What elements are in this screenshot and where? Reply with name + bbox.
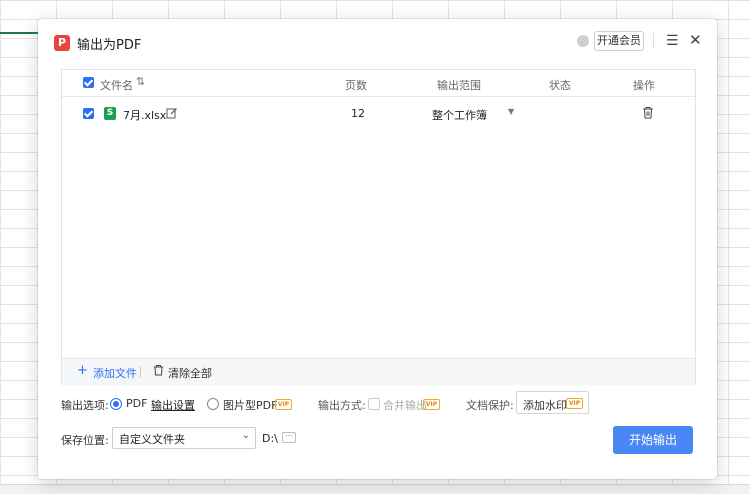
dialog-title: 输出为PDF [77,38,142,53]
select-all-checkbox[interactable] [83,77,94,88]
output-settings-link[interactable]: 输出设置 [151,397,195,413]
export-pdf-dialog: P 输出为PDF 开通会员 ☰ ✕ 文件名 ⇅ 页数 输出范围 状态 操作 S … [38,19,717,479]
file-table: 文件名 ⇅ 页数 输出范围 状态 操作 S 7月.xlsx 12 整个工作簿 ▼ [61,69,696,385]
add-watermark-label: 添加水印 [523,399,567,412]
trash-icon[interactable] [153,364,164,379]
column-header-filename: 文件名 [100,79,133,92]
close-icon[interactable]: ✕ [689,31,702,49]
sort-icon[interactable]: ⇅ [136,75,145,88]
save-folder-value: 自定义文件夹 [119,433,185,446]
doc-protect-label: 文档保护: [466,399,514,412]
page-count: 12 [351,107,365,120]
excel-file-icon: S [104,107,116,120]
range-select[interactable]: 整个工作簿 [432,107,487,123]
column-header-actions: 操作 [633,79,655,92]
row-checkbox[interactable] [83,108,94,119]
range-caret-icon[interactable]: ▼ [508,107,514,116]
table-row: S 7月.xlsx 12 整个工作簿 ▼ [62,103,695,125]
delete-icon[interactable] [642,106,654,122]
merge-checkbox[interactable] [368,398,380,410]
pdf-option-label[interactable]: PDF [126,397,147,410]
pdf-radio[interactable] [110,398,122,410]
column-header-status: 状态 [549,79,571,92]
vip-badge: VIP [275,399,292,410]
output-method-label: 输出方式: [318,399,366,412]
vip-badge: VIP [566,398,583,409]
vip-status-icon [577,35,589,47]
open-vip-button[interactable]: 开通会员 [594,31,644,51]
chevron-down-icon: ⌄ [241,430,250,441]
column-header-range: 输出范围 [437,79,481,92]
pdf-app-icon: P [54,35,70,51]
image-pdf-label[interactable]: 图片型PDF [223,397,277,413]
add-file-button[interactable]: 添加文件 [93,365,137,381]
save-path: D:\ [262,432,278,445]
clear-all-button[interactable]: 清除全部 [168,365,212,381]
table-header: 文件名 ⇅ 页数 输出范围 状态 操作 [62,70,695,97]
save-folder-select[interactable]: 自定义文件夹 ⌄ [112,427,256,449]
browse-button[interactable]: ··· [282,432,296,443]
merge-output-label[interactable]: 合并输出 [383,397,427,413]
column-header-pages: 页数 [345,79,367,92]
image-pdf-radio[interactable] [207,398,219,410]
output-options-label: 输出选项: [61,399,109,412]
vip-badge: VIP [423,399,440,410]
save-location-label: 保存位置: [61,434,109,447]
table-footer: + 添加文件 清除全部 [62,358,695,385]
add-watermark-button[interactable]: 添加水印 VIP [516,391,589,414]
footer-divider [140,366,141,378]
add-icon[interactable]: + [77,364,88,378]
file-name: 7月.xlsx [123,109,167,122]
header-divider [653,33,654,49]
start-export-button[interactable]: 开始输出 [613,426,693,454]
rename-icon[interactable] [166,107,178,122]
menu-icon[interactable]: ☰ [666,33,679,49]
